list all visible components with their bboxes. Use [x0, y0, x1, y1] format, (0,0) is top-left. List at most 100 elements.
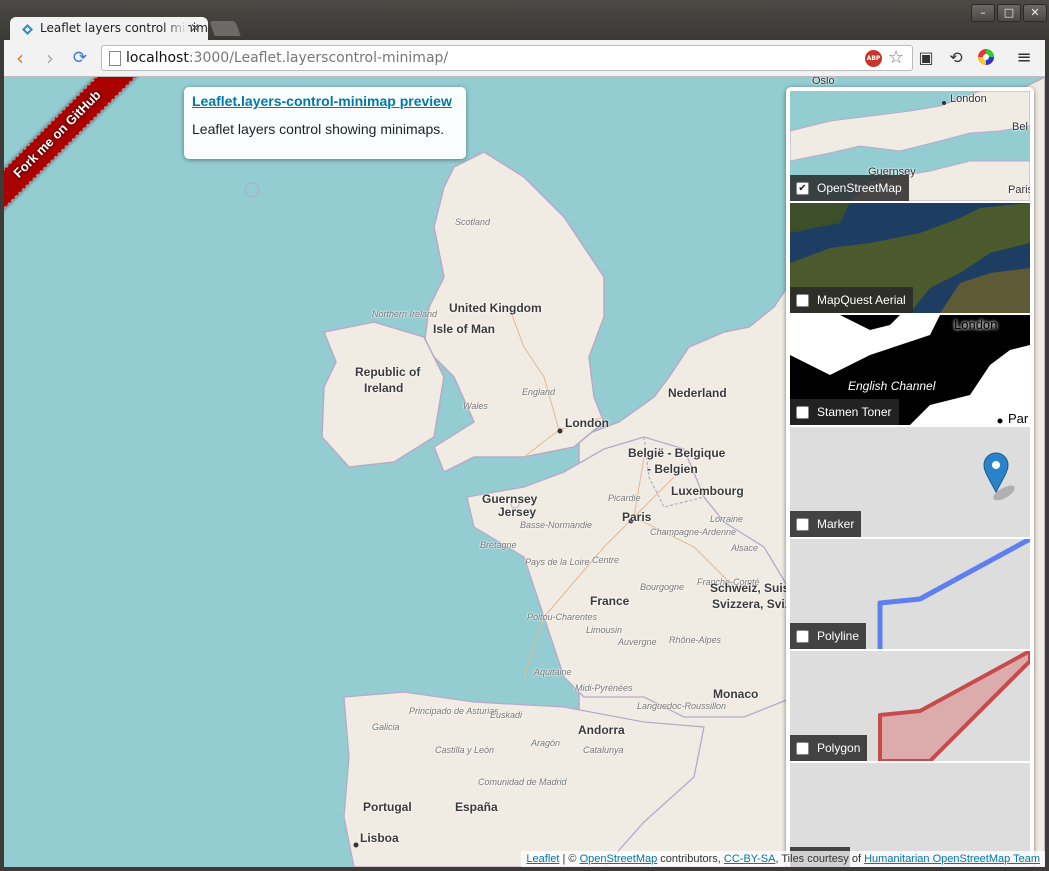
sync-icon[interactable]: ⟲: [946, 48, 966, 68]
minimap-openstreetmap[interactable]: London Bel Guernsey Paris ✔OpenStreetMap: [790, 91, 1030, 201]
layers-control[interactable]: London Bel Guernsey Paris ✔OpenStreetMap…: [786, 87, 1034, 867]
attribution-separator: | ©: [559, 853, 580, 865]
map-label-guernsey: Guernsey: [482, 492, 538, 506]
layer-checkbox-5[interactable]: [796, 742, 809, 755]
layer-checkbox-1[interactable]: [796, 294, 809, 307]
minimap-stamen-toner[interactable]: London Bristol Channel English Channel P…: [790, 315, 1030, 425]
map-label-uk: United Kingdom: [449, 301, 542, 315]
map-label-midi-pyrenees: Midi-Pyrénées: [575, 683, 633, 693]
forward-icon[interactable]: ›: [38, 46, 62, 70]
layer-name-3: Marker: [817, 517, 855, 531]
leaflet-link[interactable]: Leaflet: [526, 853, 559, 865]
map-label-alsace: Alsace: [731, 543, 759, 553]
map-label-espana: España: [455, 800, 498, 814]
minimize-icon[interactable]: –: [971, 4, 995, 22]
hot-link[interactable]: Humanitarian OpenStreetMap Team: [864, 853, 1040, 865]
layer-checkbox-0[interactable]: ✔: [796, 182, 809, 195]
map-label-pays-de-la-loire: Pays de la Loire: [525, 557, 590, 567]
map-label-england: England: [522, 387, 556, 397]
map-label-rhone-alpes: Rhône-Alpes: [669, 635, 722, 645]
layer-name-4: Polyline: [817, 629, 860, 643]
map-label-nederland: Nederland: [668, 386, 727, 400]
map-label-champagne: Champagne-Ardenne: [650, 527, 737, 537]
map-label-galicia: Galicia: [372, 722, 400, 732]
layer-name-0: OpenStreetMap: [817, 181, 902, 195]
map-label-france: France: [590, 594, 630, 608]
map-label-auvergne: Auvergne: [618, 637, 657, 647]
map-label-ireland-line2: Ireland: [364, 381, 404, 395]
layer-checkbox-3[interactable]: [796, 518, 809, 531]
attribution-bar: Leaflet | © OpenStreetMap contributors, …: [521, 851, 1045, 867]
layer-option-4[interactable]: Polyline: [790, 623, 867, 649]
layer-name-2: Stamen Toner: [817, 405, 892, 419]
layer-option-2[interactable]: Stamen Toner: [790, 399, 899, 425]
map-label-bretagne: Bretagne: [480, 540, 517, 550]
minimap-marker[interactable]: Marker: [790, 427, 1030, 537]
page-icon: [109, 51, 121, 66]
map-label-belgie-1: België - Belgique: [628, 446, 726, 460]
maximize-icon[interactable]: □: [997, 4, 1021, 22]
minimap-polygon[interactable]: Polygon: [790, 651, 1030, 761]
toner-mini-london: London: [954, 317, 998, 332]
map-label-ireland-line1: Republic of: [355, 365, 421, 379]
map-label-madrid: Comunidad de Madrid: [478, 777, 567, 787]
layer-checkbox-4[interactable]: [796, 630, 809, 643]
map-label-principado: Principado de Asturias: [409, 706, 499, 716]
address-bar[interactable]: localhost:3000/Leaflet.layerscontrol-min…: [101, 45, 913, 71]
fork-ribbon-label: Fork me on GitHub: [10, 87, 104, 181]
url-path: :3000/Leaflet.layerscontrol-minimap/: [188, 50, 449, 66]
map-label-euskadi: Euskadi: [490, 710, 523, 720]
map-label-london: London: [565, 416, 609, 430]
map-label-monaco: Monaco: [713, 687, 759, 701]
map-label-basse-normandie: Basse-Normandie: [520, 520, 593, 530]
minimap-polyline[interactable]: Polyline: [790, 539, 1030, 649]
reload-icon[interactable]: ⟳: [68, 46, 92, 70]
map-label-jersey: Jersey: [498, 505, 537, 519]
osm-mini-bel: Bel: [1012, 121, 1028, 133]
map-label-picardie: Picardie: [608, 493, 641, 503]
layer-option-5[interactable]: Polygon: [790, 735, 868, 761]
map-label-isle-of-man: Isle of Man: [433, 322, 496, 336]
layer-option-1[interactable]: MapQuest Aerial: [790, 287, 913, 313]
menu-icon[interactable]: ≡: [1014, 48, 1034, 68]
map-viewport[interactable]: Oslo Scotland United Kingdom Northern Ir…: [4, 77, 1045, 867]
toner-mini-bristol: Bristol Channel: [792, 332, 874, 346]
map-label-poitou: Poitou-Charentes: [527, 612, 598, 622]
tab-close-icon[interactable]: ✕: [190, 21, 200, 35]
layer-name-1: MapQuest Aerial: [817, 293, 906, 307]
map-label-portugal: Portugal: [363, 800, 412, 814]
extension-icon[interactable]: ▣: [916, 48, 936, 68]
map-label-andorra: Andorra: [578, 723, 625, 737]
layer-name-5: Polygon: [817, 741, 861, 755]
map-label-scotland: Scotland: [455, 217, 491, 227]
toner-mini-english: English Channel: [848, 379, 936, 393]
layer-checkbox-2[interactable]: [796, 406, 809, 419]
layer-option-3[interactable]: Marker: [790, 511, 862, 537]
osm-mini-paris: Paris: [1008, 184, 1030, 196]
map-label-languedoc: Languedoc-Roussillon: [637, 701, 727, 711]
map-label-paris: Paris: [622, 510, 652, 524]
leaflet-favicon-icon: [22, 24, 33, 35]
attribution-tiles: , Tiles courtesy of: [775, 853, 865, 865]
info-title-link[interactable]: Leaflet.layers-control-minimap preview: [192, 93, 458, 109]
new-tab-button[interactable]: [209, 21, 241, 36]
fork-ribbon[interactable]: Fork me on GitHub: [4, 77, 139, 216]
close-window-icon[interactable]: ✕: [1023, 4, 1047, 22]
color-wheel-icon[interactable]: [976, 48, 996, 68]
back-icon[interactable]: ‹: [8, 46, 32, 70]
adblock-icon[interactable]: ABP: [865, 50, 882, 67]
attribution-contributors: contributors,: [657, 853, 724, 865]
map-label-oslo: Oslo: [812, 77, 835, 87]
info-description: Leaflet layers control showing minimaps.: [192, 121, 445, 137]
osm-mini-london: London: [950, 93, 987, 105]
map-label-catalunya: Catalunya: [583, 745, 624, 755]
layer-option-0[interactable]: ✔ OpenStreetMap: [790, 175, 909, 201]
map-label-lisboa: Lisboa: [360, 831, 399, 845]
bookmark-star-icon[interactable]: ☆: [888, 47, 904, 68]
osm-link[interactable]: OpenStreetMap: [580, 853, 658, 865]
minimap-mapquest-aerial[interactable]: MapQuest Aerial: [790, 203, 1030, 313]
url-host: localhost: [126, 50, 189, 66]
license-link[interactable]: CC-BY-SA: [724, 853, 776, 865]
browser-tab[interactable]: Leaflet layers control minimap ✕: [10, 17, 208, 42]
toner-mini-paris: Par: [1008, 411, 1029, 425]
